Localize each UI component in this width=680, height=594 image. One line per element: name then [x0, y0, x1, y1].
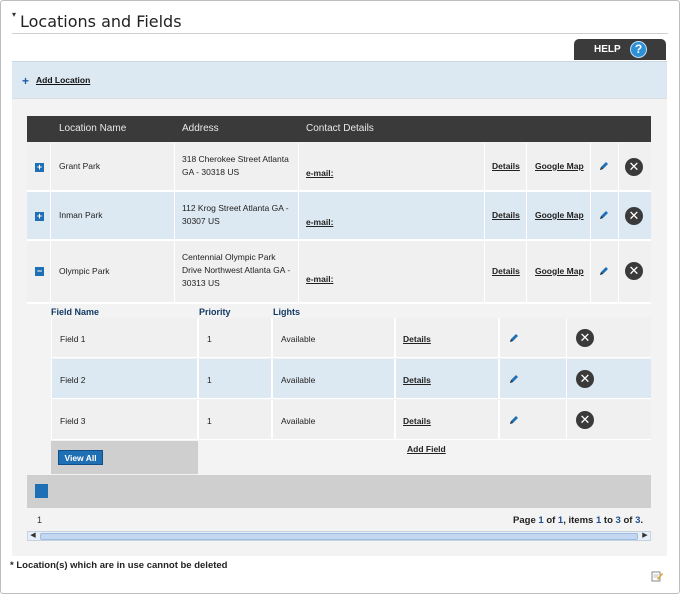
email-link[interactable]: e-mail: [306, 217, 333, 227]
pencil-icon[interactable] [508, 414, 520, 426]
delete-x-icon[interactable]: ✕ [625, 262, 643, 280]
field-lights: Available [281, 334, 316, 344]
details-link[interactable]: Details [403, 416, 431, 426]
table-row: + Inman Park 112 Krog Street Atlanta GA … [27, 192, 651, 241]
page-number-link[interactable]: 1 [37, 515, 42, 525]
field-priority: 1 [207, 375, 212, 385]
field-name: Field 3 [60, 416, 86, 426]
details-link[interactable]: Details [492, 210, 520, 220]
details-link[interactable]: Details [492, 266, 520, 276]
column-header-location-name[interactable]: Location Name [59, 123, 126, 134]
location-name: Inman Park [59, 210, 103, 220]
field-row: Field 1 1 Available Details ✕ [51, 318, 651, 358]
column-header-field-name: Field Name [51, 307, 100, 317]
column-header-priority: Priority [199, 307, 231, 317]
scroll-right-icon[interactable]: ▶ [640, 532, 650, 540]
google-map-link[interactable]: Google Map [535, 161, 584, 171]
table-row: − Olympic Park Centennial Olympic Park Dr… [27, 241, 651, 304]
expand-row-icon[interactable]: + [35, 163, 44, 172]
horizontal-scrollbar[interactable]: ◀ ▶ [27, 531, 651, 541]
field-lights: Available [281, 375, 316, 385]
delete-x-icon[interactable]: ✕ [576, 411, 594, 429]
delete-x-icon[interactable]: ✕ [625, 207, 643, 225]
location-name: Olympic Park [59, 266, 110, 276]
details-link[interactable]: Details [492, 161, 520, 171]
notepad-icon[interactable] [651, 570, 663, 582]
pencil-icon[interactable] [598, 209, 610, 221]
view-all-area: View All [51, 441, 198, 474]
add-location-link[interactable]: Add Location [36, 75, 90, 85]
field-name: Field 2 [60, 375, 86, 385]
pencil-icon[interactable] [508, 373, 520, 385]
column-header-address[interactable]: Address [182, 123, 219, 134]
help-label: HELP [594, 44, 621, 55]
email-link[interactable]: e-mail: [306, 274, 333, 284]
plus-icon: + [22, 74, 30, 88]
field-name: Field 1 [60, 334, 86, 344]
details-link[interactable]: Details [403, 334, 431, 344]
expand-row-icon[interactable]: + [35, 212, 44, 221]
table-row: + Grant Park 318 Cherokee Street Atlanta… [27, 143, 651, 192]
pencil-icon[interactable] [508, 332, 520, 344]
location-address: 318 Cherokee Street Atlanta GA - 30318 US [182, 154, 289, 177]
email-link[interactable]: e-mail: [306, 168, 333, 178]
view-all-button[interactable]: View All [58, 450, 103, 465]
field-priority: 1 [207, 334, 212, 344]
paging-summary: Page 1 of 1, items 1 to 3 of 3. [513, 515, 643, 526]
google-map-link[interactable]: Google Map [535, 266, 584, 276]
pencil-icon[interactable] [598, 160, 610, 172]
add-field-link[interactable]: Add Field [407, 444, 446, 454]
question-icon: ? [630, 41, 647, 58]
scrollbar-thumb[interactable] [40, 533, 638, 540]
footnote: * Location(s) which are in use cannot be… [10, 560, 228, 571]
page-title: Locations and Fields [20, 12, 182, 31]
location-address: Centennial Olympic Park Drive Northwest A… [182, 252, 291, 288]
collapse-row-icon[interactable]: − [35, 267, 44, 276]
pager-handle[interactable] [35, 484, 48, 498]
delete-x-icon[interactable]: ✕ [576, 370, 594, 388]
delete-x-icon[interactable]: ✕ [625, 158, 643, 176]
pager-bar [27, 475, 651, 508]
column-header-lights: Lights [273, 307, 300, 317]
pencil-icon[interactable] [598, 265, 610, 277]
paging-info: 1 Page 1 of 1, items 1 to 3 of 3. [27, 514, 651, 530]
locations-table-header: Location Name Address Contact Details [27, 116, 651, 142]
title-row: ▾ Locations and Fields [12, 10, 668, 34]
location-address: 112 Krog Street Atlanta GA -30307 US [182, 203, 289, 226]
column-header-contact-details[interactable]: Contact Details [306, 123, 374, 134]
field-row: Field 3 1 Available Details ✕ [51, 400, 651, 440]
field-priority: 1 [207, 416, 212, 426]
field-row: Field 2 1 Available Details ✕ [51, 359, 651, 399]
field-lights: Available [281, 416, 316, 426]
help-button[interactable]: HELP ? [574, 39, 666, 60]
details-link[interactable]: Details [403, 375, 431, 385]
location-name: Grant Park [59, 161, 101, 171]
add-location-bar: + Add Location [12, 61, 667, 98]
google-map-link[interactable]: Google Map [535, 210, 584, 220]
delete-x-icon[interactable]: ✕ [576, 329, 594, 347]
collapse-caret-icon[interactable]: ▾ [12, 10, 16, 19]
scroll-left-icon[interactable]: ◀ [28, 532, 38, 540]
